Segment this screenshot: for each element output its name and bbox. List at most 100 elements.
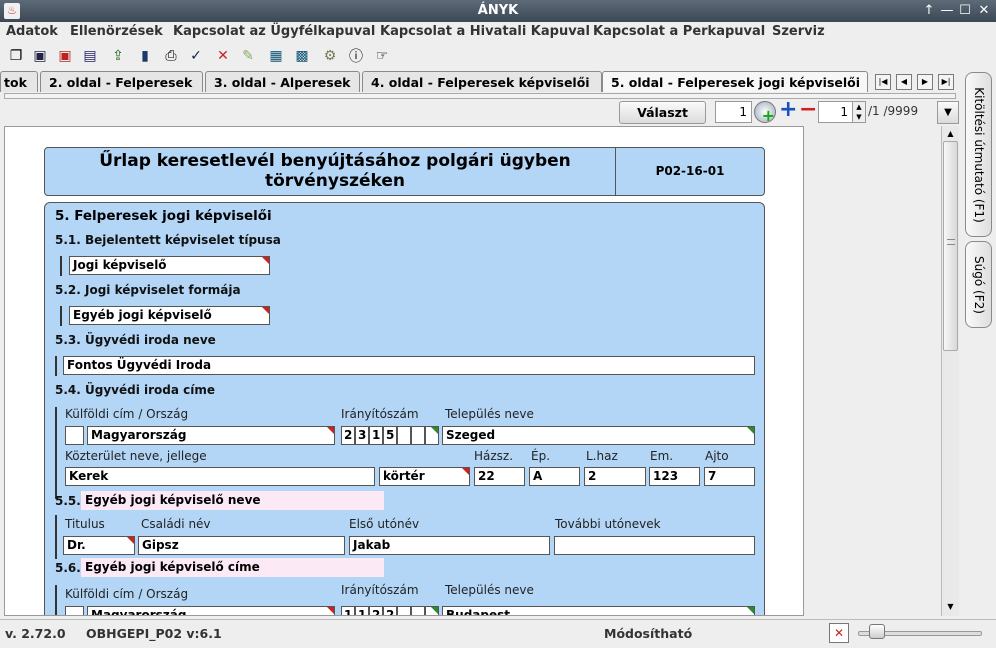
info-icon[interactable]: ⓘ [346,46,366,66]
foreign-checkbox[interactable] [65,426,84,445]
valaszt-button[interactable]: Választ [619,101,706,124]
tab-5[interactable]: 5. oldal - Felperesek jogi képviselői [602,71,868,92]
hand-icon[interactable]: ☞ [372,46,392,66]
zip2-digit-7[interactable] [425,606,439,615]
dropdown-button[interactable]: ▼ [937,101,959,124]
check-icon[interactable]: ✓ [186,46,206,66]
no-edit-icon[interactable]: ✕ [829,623,849,643]
zip-digit-2[interactable]: 3 [355,426,369,445]
em-input[interactable]: 123 [649,467,700,486]
prev-tab-icon[interactable]: ◀ [896,74,912,90]
foreign2-checkbox[interactable] [65,606,84,615]
s55-bar [55,515,57,559]
edit-icon[interactable]: ✎ [238,46,258,66]
scroll-down-icon[interactable]: ▼ [943,600,958,614]
s53-input[interactable]: Fontos Ügyvédi Iroda [63,356,755,375]
section-panel: 5. Felperesek jogi képviselői 5.1. Bejel… [44,202,765,615]
country2-select[interactable]: Magyarország [87,606,335,615]
add-page-icon[interactable]: + [754,101,776,125]
copy-icon[interactable]: ❐ [6,46,26,66]
s53-bar [55,356,57,376]
country-select[interactable]: Magyarország [87,426,335,445]
tab-1[interactable]: tok [0,71,38,92]
zoom-slider-thumb[interactable] [869,624,885,639]
calc2-icon[interactable]: ▩ [292,46,312,66]
scroll-up-icon[interactable]: ▲ [943,127,958,141]
last-page-icon[interactable]: ▶| [938,74,954,90]
status-bar: v. 2.72.0 OBHGEPI_P02 v:6.1 Módosítható … [0,619,996,648]
next-tab-icon[interactable]: ▶ [917,74,933,90]
first-page-icon[interactable]: |◀ [875,74,891,90]
page-spinner-field[interactable]: 1 [818,101,853,123]
scroll-thumb[interactable] [943,141,958,351]
s55-title: Egyéb jogi képviselő neve [81,491,384,510]
s51-bar [60,256,62,276]
vertical-scrollbar[interactable]: ▲ ▼ [941,126,959,616]
side-pane [805,126,940,616]
tab-3[interactable]: 3. oldal - Alperesek [205,71,360,92]
menu-ugyfelkapu[interactable]: Kapcsolat az Ügyfélkapuval [173,24,375,39]
info-book-icon[interactable]: ▮ [135,46,155,66]
calculator-icon[interactable]: ▦ [266,46,286,66]
keep-above-icon[interactable]: ↑ [920,2,938,20]
minus-icon[interactable]: − [799,99,817,121]
city-input[interactable]: Szeged [442,426,755,445]
menu-adatok[interactable]: Adatok [6,24,58,39]
form-viewport: Űrlap keresetlevél benyújtásához polgári… [4,126,804,616]
zip-digit-4[interactable]: 5 [383,426,397,445]
page-tabs: tok 2. oldal - Felperesek 3. oldal - Alp… [0,70,870,92]
city2-label: Település neve [445,583,534,597]
zip-digit-7[interactable] [425,426,439,445]
menu-ellenorzesek[interactable]: Ellenörzések [70,24,163,39]
zip2-label: Irányítószám [341,583,419,597]
zip2-digit-6[interactable] [411,606,425,615]
hazsz-input[interactable]: 22 [474,467,525,486]
csaladi-input[interactable]: Gipsz [138,536,345,555]
spinner-arrows[interactable]: ▲ ▼ [852,101,866,123]
tovabbi-input[interactable] [554,536,755,555]
zip2-digit-3[interactable]: 2 [369,606,383,615]
zip2-digit-4[interactable]: 2 [383,606,397,615]
street-input[interactable]: Kerek [65,467,375,486]
sugo-tab[interactable]: Súgó (F2) [965,241,992,328]
help-tab[interactable]: Kitöltési útmutató (F1) [965,72,992,237]
print-icon[interactable]: ⎙ [161,46,181,66]
plus-icon[interactable]: + [779,99,797,121]
tab-4[interactable]: 4. oldal - Felperesek képviselői [362,71,602,92]
csaladi-label: Családi név [141,517,211,531]
elso-input[interactable]: Jakab [349,536,550,555]
zip2-digit-2[interactable]: 1 [355,606,369,615]
menu-perkapu[interactable]: Kapcsolat a Perkapuval [593,24,765,39]
s54-label: 5.4. Ügyvédi iroda címe [55,383,216,397]
save-as-icon[interactable]: ▤ [80,46,100,66]
save-close-icon[interactable]: ▣ [55,46,75,66]
city2-input[interactable]: Budapest [442,606,755,615]
minimize-icon[interactable]: — [938,2,956,20]
delete-icon[interactable]: ✕ [213,46,233,66]
zip-digit-1[interactable]: 2 [341,426,355,445]
zip-digit-6[interactable] [411,426,425,445]
s51-select[interactable]: Jogi képviselő [69,256,270,275]
save-icon[interactable]: ▣ [30,46,50,66]
zip-digit-5[interactable] [397,426,411,445]
titulus-select[interactable]: Dr. [63,536,135,555]
tab-2[interactable]: 2. oldal - Felperesek [40,71,203,92]
tovabbi-label: További utónevek [555,517,661,531]
menu-hivatali-kapu[interactable]: Kapcsolat a Hivatali Kapuval [380,24,590,39]
ep-input[interactable]: A [529,467,580,486]
zip2-digit-5[interactable] [397,606,411,615]
zip2-digit-1[interactable]: 1 [341,606,355,615]
close-icon[interactable]: ✕ [975,2,993,20]
ajto-input[interactable]: 7 [704,467,755,486]
lhaz-label: L.haz [586,449,618,463]
state-text: Módosítható [604,626,693,641]
lhaz-input[interactable]: 2 [584,467,646,486]
settings-icon[interactable]: ⚙ [320,46,340,66]
maximize-icon[interactable]: ☐ [956,2,974,20]
import-icon[interactable]: ⇪ [108,46,128,66]
menu-szerviz[interactable]: Szerviz [772,24,825,39]
s52-select[interactable]: Egyéb jogi képviselő [69,306,270,325]
zip-digit-3[interactable]: 1 [369,426,383,445]
street-type-select[interactable]: körtér [379,467,470,486]
page-number-field[interactable]: 1 [715,101,752,123]
